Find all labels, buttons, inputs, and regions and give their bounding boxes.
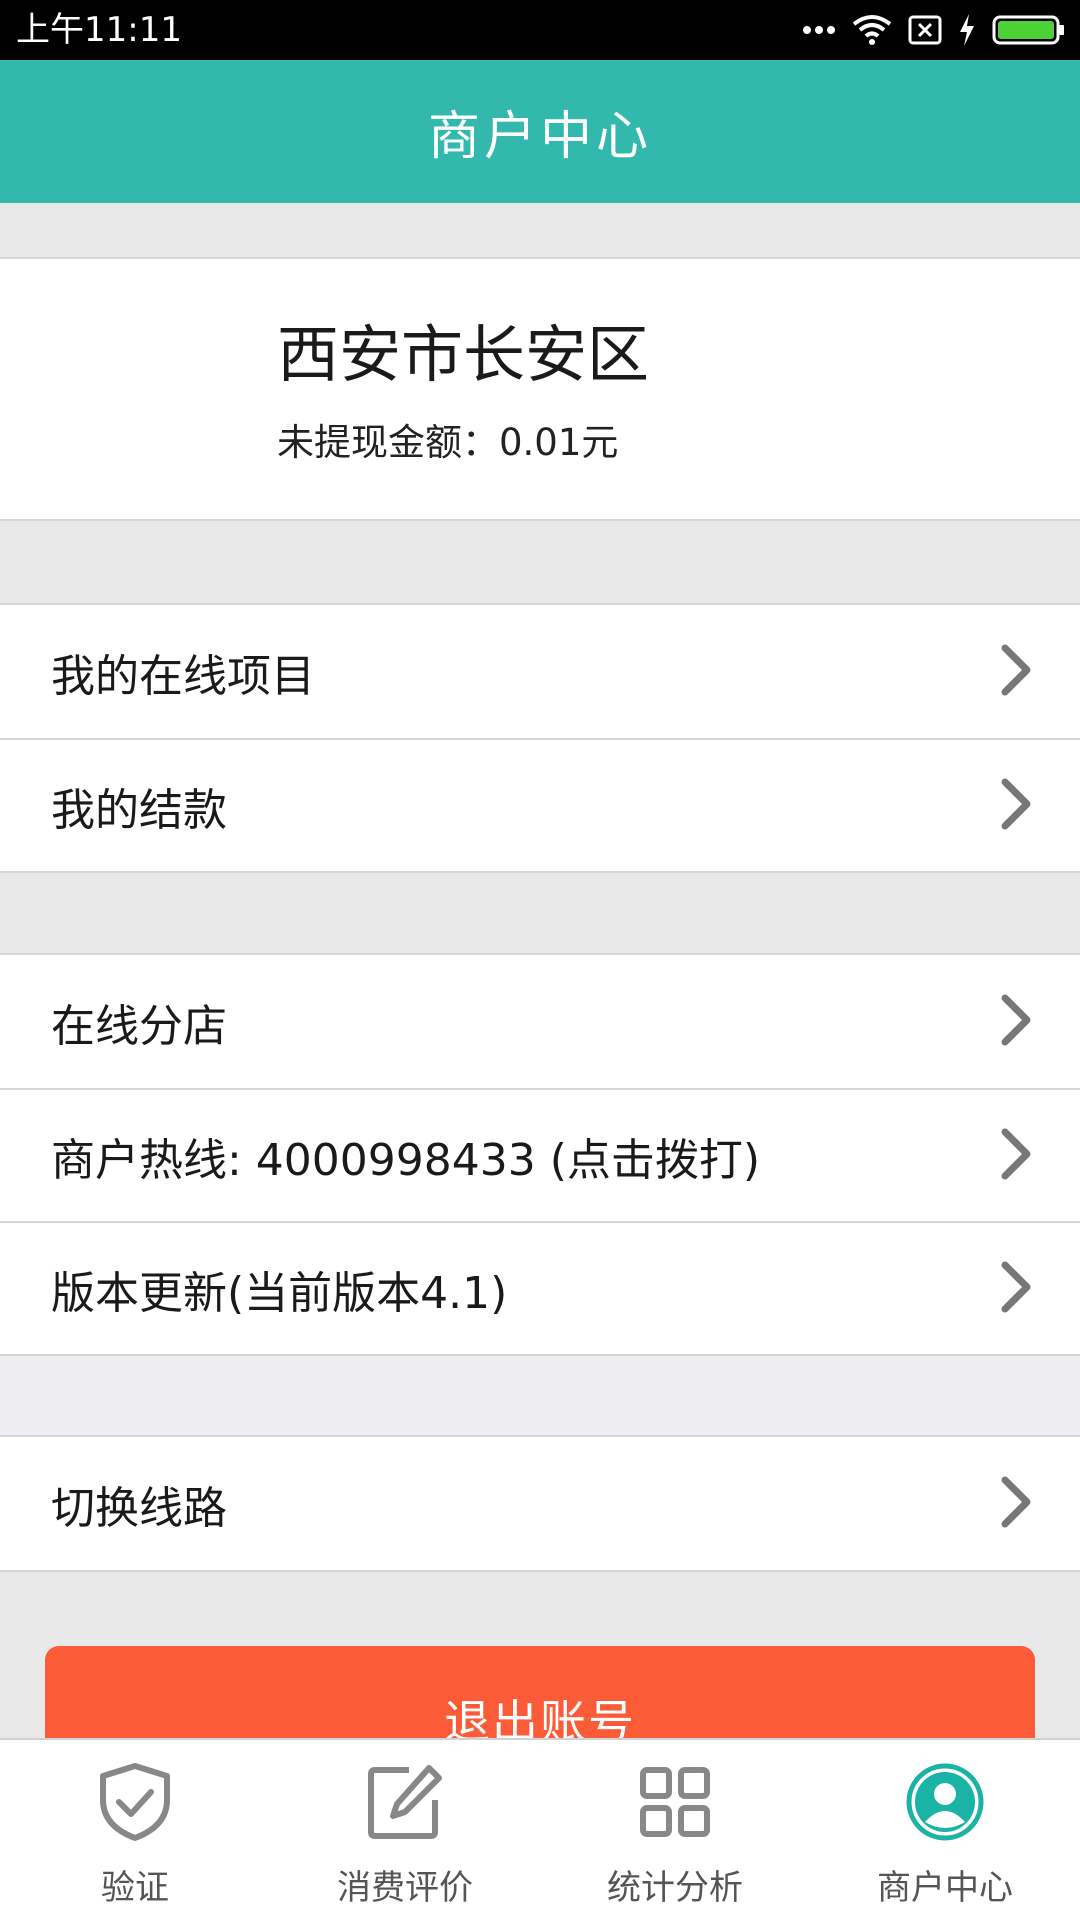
bottom-nav: 验证 消费评价 统计分析 商户中心: [0, 1738, 1080, 1920]
chevron-right-icon: [1000, 1128, 1032, 1184]
nav-item-reviews[interactable]: 消费评价: [270, 1740, 540, 1920]
nav-label: 消费评价: [337, 1868, 473, 1908]
app-header: 商户中心: [0, 60, 1080, 203]
menu-item-switch-route[interactable]: 切换线路: [0, 1437, 1080, 1570]
unwithdrawn-balance: 未提现金额：0.01元: [277, 421, 619, 464]
menu-group-3: 切换线路: [0, 1435, 1080, 1572]
menu-item-online-projects[interactable]: 我的在线项目: [0, 605, 1080, 738]
charging-icon: [958, 14, 976, 46]
menu-item-label: 切换线路: [51, 1482, 227, 1534]
menu-item-label: 版本更新(当前版本4.1): [51, 1267, 508, 1319]
chevron-right-icon: [1000, 1476, 1032, 1532]
menu-item-version-update[interactable]: 版本更新(当前版本4.1): [0, 1221, 1080, 1354]
shield-check-icon: [97, 1762, 173, 1842]
menu-item-label: 我的在线项目: [51, 650, 315, 702]
chevron-right-icon: [1000, 778, 1032, 834]
nav-item-merchant-center[interactable]: 商户中心: [810, 1740, 1080, 1920]
menu-group-1: 我的在线项目 我的结款: [0, 603, 1080, 873]
battery-icon: [992, 14, 1066, 46]
page-title: 商户中心: [427, 107, 652, 167]
wifi-icon: [852, 14, 892, 46]
section-spacer: [0, 1356, 1080, 1436]
menu-item-online-branches[interactable]: 在线分店: [0, 955, 1080, 1088]
chevron-right-icon: [1000, 644, 1032, 700]
status-bar: 上午11:11: [0, 0, 1080, 60]
merchant-name: 西安市长安区: [277, 318, 650, 391]
menu-group-2: 在线分店 商户热线: 4000998433 (点击拨打) 版本更新(当前版本4.…: [0, 953, 1080, 1356]
merchant-card: 西安市长安区 未提现金额：0.01元: [0, 257, 1080, 521]
edit-icon: [365, 1762, 445, 1842]
user-icon: [905, 1762, 985, 1842]
chevron-right-icon: [1000, 994, 1032, 1050]
nav-label: 统计分析: [607, 1868, 743, 1908]
status-time: 上午11:11: [16, 10, 182, 50]
menu-item-label: 在线分店: [51, 1000, 227, 1052]
chevron-right-icon: [1000, 1261, 1032, 1317]
nav-label: 商户中心: [877, 1868, 1013, 1908]
menu-item-label: 我的结款: [51, 784, 227, 836]
more-dots-icon: [802, 25, 836, 35]
menu-item-label: 商户热线: 4000998433 (点击拨打): [51, 1134, 761, 1186]
menu-item-my-settlement[interactable]: 我的结款: [0, 738, 1080, 871]
nav-label: 验证: [101, 1868, 169, 1908]
no-sim-icon: [908, 15, 942, 45]
grid-icon: [639, 1762, 711, 1842]
nav-item-verify[interactable]: 验证: [0, 1740, 270, 1920]
nav-item-statistics[interactable]: 统计分析: [540, 1740, 810, 1920]
menu-item-merchant-hotline[interactable]: 商户热线: 4000998433 (点击拨打): [0, 1088, 1080, 1221]
status-icons: [802, 8, 1066, 52]
